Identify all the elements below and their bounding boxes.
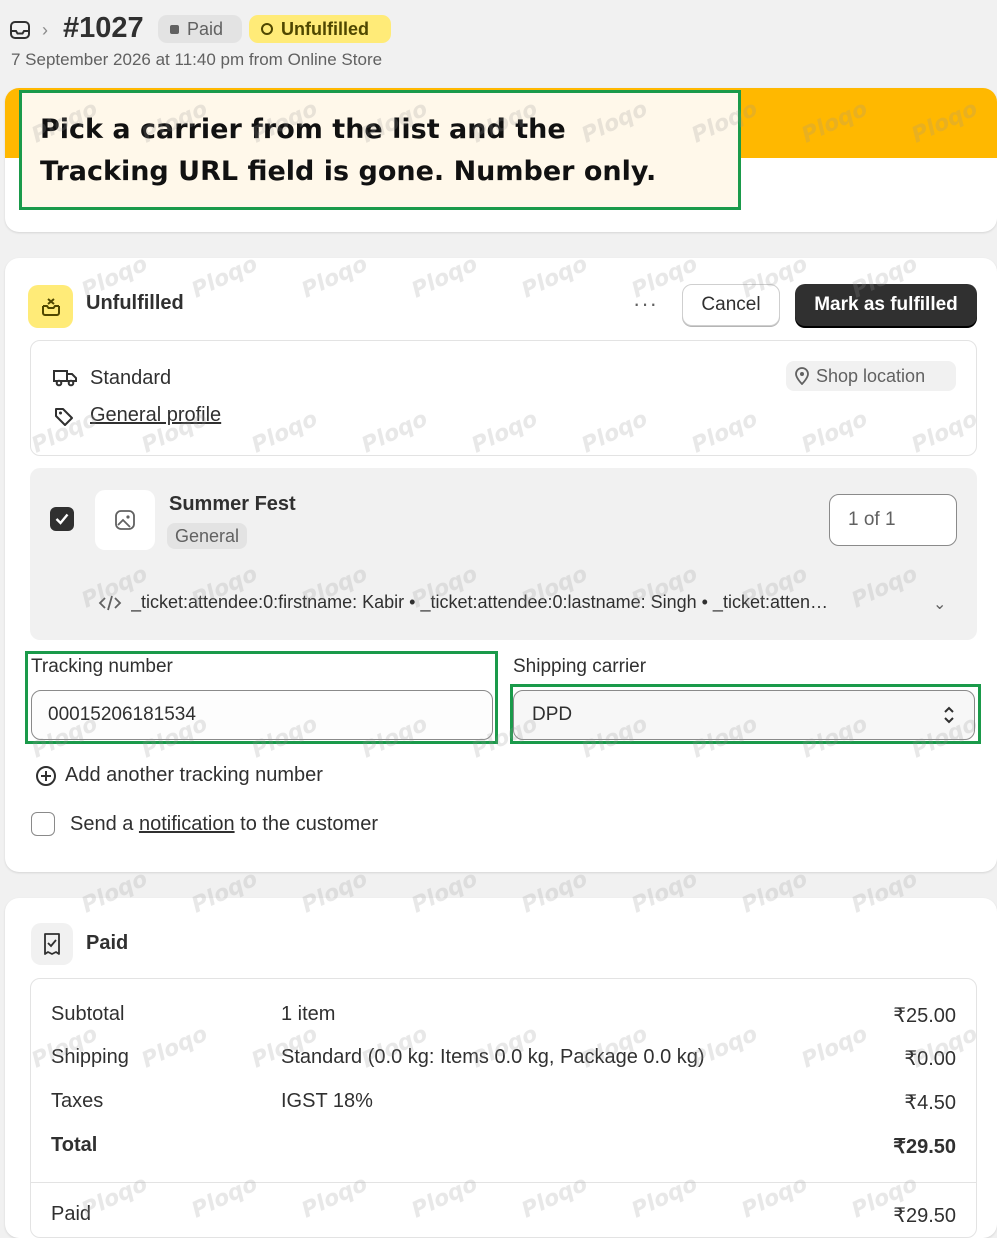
shipping-amount: ₹0.00: [904, 1048, 956, 1070]
notify-prefix: Send a: [70, 813, 134, 835]
summary-divider: [31, 1182, 976, 1183]
payment-summary-box: [30, 978, 977, 1238]
truck-icon: [52, 366, 78, 388]
location-pin-icon: [795, 367, 809, 385]
total-label: Total: [51, 1134, 98, 1156]
taxes-amount: ₹4.50: [904, 1092, 956, 1114]
item-properties: _ticket:attendee:0:firstname: Kabir • _t…: [131, 592, 828, 612]
plus-circle-icon: [36, 765, 56, 786]
fulfillment-title: Unfulfilled: [86, 292, 184, 314]
subtotal-label: Subtotal: [51, 1003, 125, 1025]
shop-location-badge[interactable]: Shop location: [786, 361, 956, 391]
more-actions-button[interactable]: ···: [633, 291, 658, 317]
product-image-placeholder-icon: [95, 490, 155, 550]
tag-icon: [53, 405, 75, 427]
add-tracking-label: Add another tracking number: [65, 764, 323, 786]
fulfillment-status-label: Unfulfilled: [281, 18, 369, 39]
subtotal-amount: ₹25.00: [893, 1005, 956, 1027]
checkmark-icon: [55, 513, 69, 525]
annotation-callout: Pick a carrier from the list and the Tra…: [19, 90, 741, 210]
item-name: Summer Fest: [169, 493, 296, 515]
mark-as-fulfilled-button[interactable]: Mark as fulfilled: [795, 284, 977, 326]
callout-line-2: Tracking URL field is gone. Number only.: [40, 156, 657, 187]
paid-amount: ₹29.50: [893, 1205, 956, 1227]
unfulfilled-package-icon: [28, 285, 73, 328]
orders-inbox-icon[interactable]: [9, 19, 31, 41]
subtotal-detail: 1 item: [281, 1003, 336, 1025]
breadcrumb-chevron-icon: ›: [42, 20, 48, 40]
item-checkbox[interactable]: [50, 507, 74, 531]
cancel-button[interactable]: Cancel: [682, 284, 780, 326]
chevron-down-icon[interactable]: ⌄: [933, 594, 946, 614]
shipping-detail: Standard (0.0 kg: Items 0.0 kg, Package …: [281, 1046, 705, 1068]
shipping-method-box: [30, 340, 977, 456]
fulfillment-status-badge: Unfulfilled: [249, 15, 391, 43]
shop-location-label: Shop location: [816, 365, 926, 386]
shipping-carrier-label: Shipping carrier: [513, 656, 647, 677]
notify-suffix: to the customer: [240, 813, 378, 835]
code-icon: [98, 593, 122, 613]
add-tracking-button[interactable]: Add another tracking number: [35, 764, 323, 787]
taxes-detail: IGST 18%: [281, 1090, 373, 1112]
payment-title: Paid: [86, 932, 129, 954]
taxes-label: Taxes: [51, 1090, 104, 1112]
notify-customer-label: Send a notification to the customer: [70, 813, 378, 836]
status-ring-icon: [261, 23, 273, 35]
notification-link[interactable]: notification: [139, 813, 235, 835]
general-profile-link[interactable]: General profile: [90, 404, 221, 427]
notify-customer-checkbox[interactable]: [31, 812, 55, 836]
callout-line-1: Pick a carrier from the list and the: [40, 114, 566, 145]
status-dot-icon: [170, 24, 179, 34]
payment-status-badge: Paid: [158, 15, 242, 43]
shipping-method: Standard: [90, 367, 172, 389]
payment-status-label: Paid: [187, 18, 224, 39]
item-variant-badge: General: [167, 523, 248, 549]
shipping-label: Shipping: [51, 1046, 129, 1068]
order-subtitle: 7 September 2026 at 11:40 pm from Online…: [11, 50, 383, 69]
order-number: #1027: [63, 12, 144, 44]
highlight-box-tracking: [25, 651, 498, 744]
paid-label: Paid: [51, 1203, 92, 1225]
total-amount: ₹29.50: [893, 1136, 956, 1158]
receipt-icon: [31, 923, 73, 965]
quantity-field[interactable]: 1 of 1: [829, 494, 957, 546]
highlight-box-carrier: [510, 684, 981, 744]
